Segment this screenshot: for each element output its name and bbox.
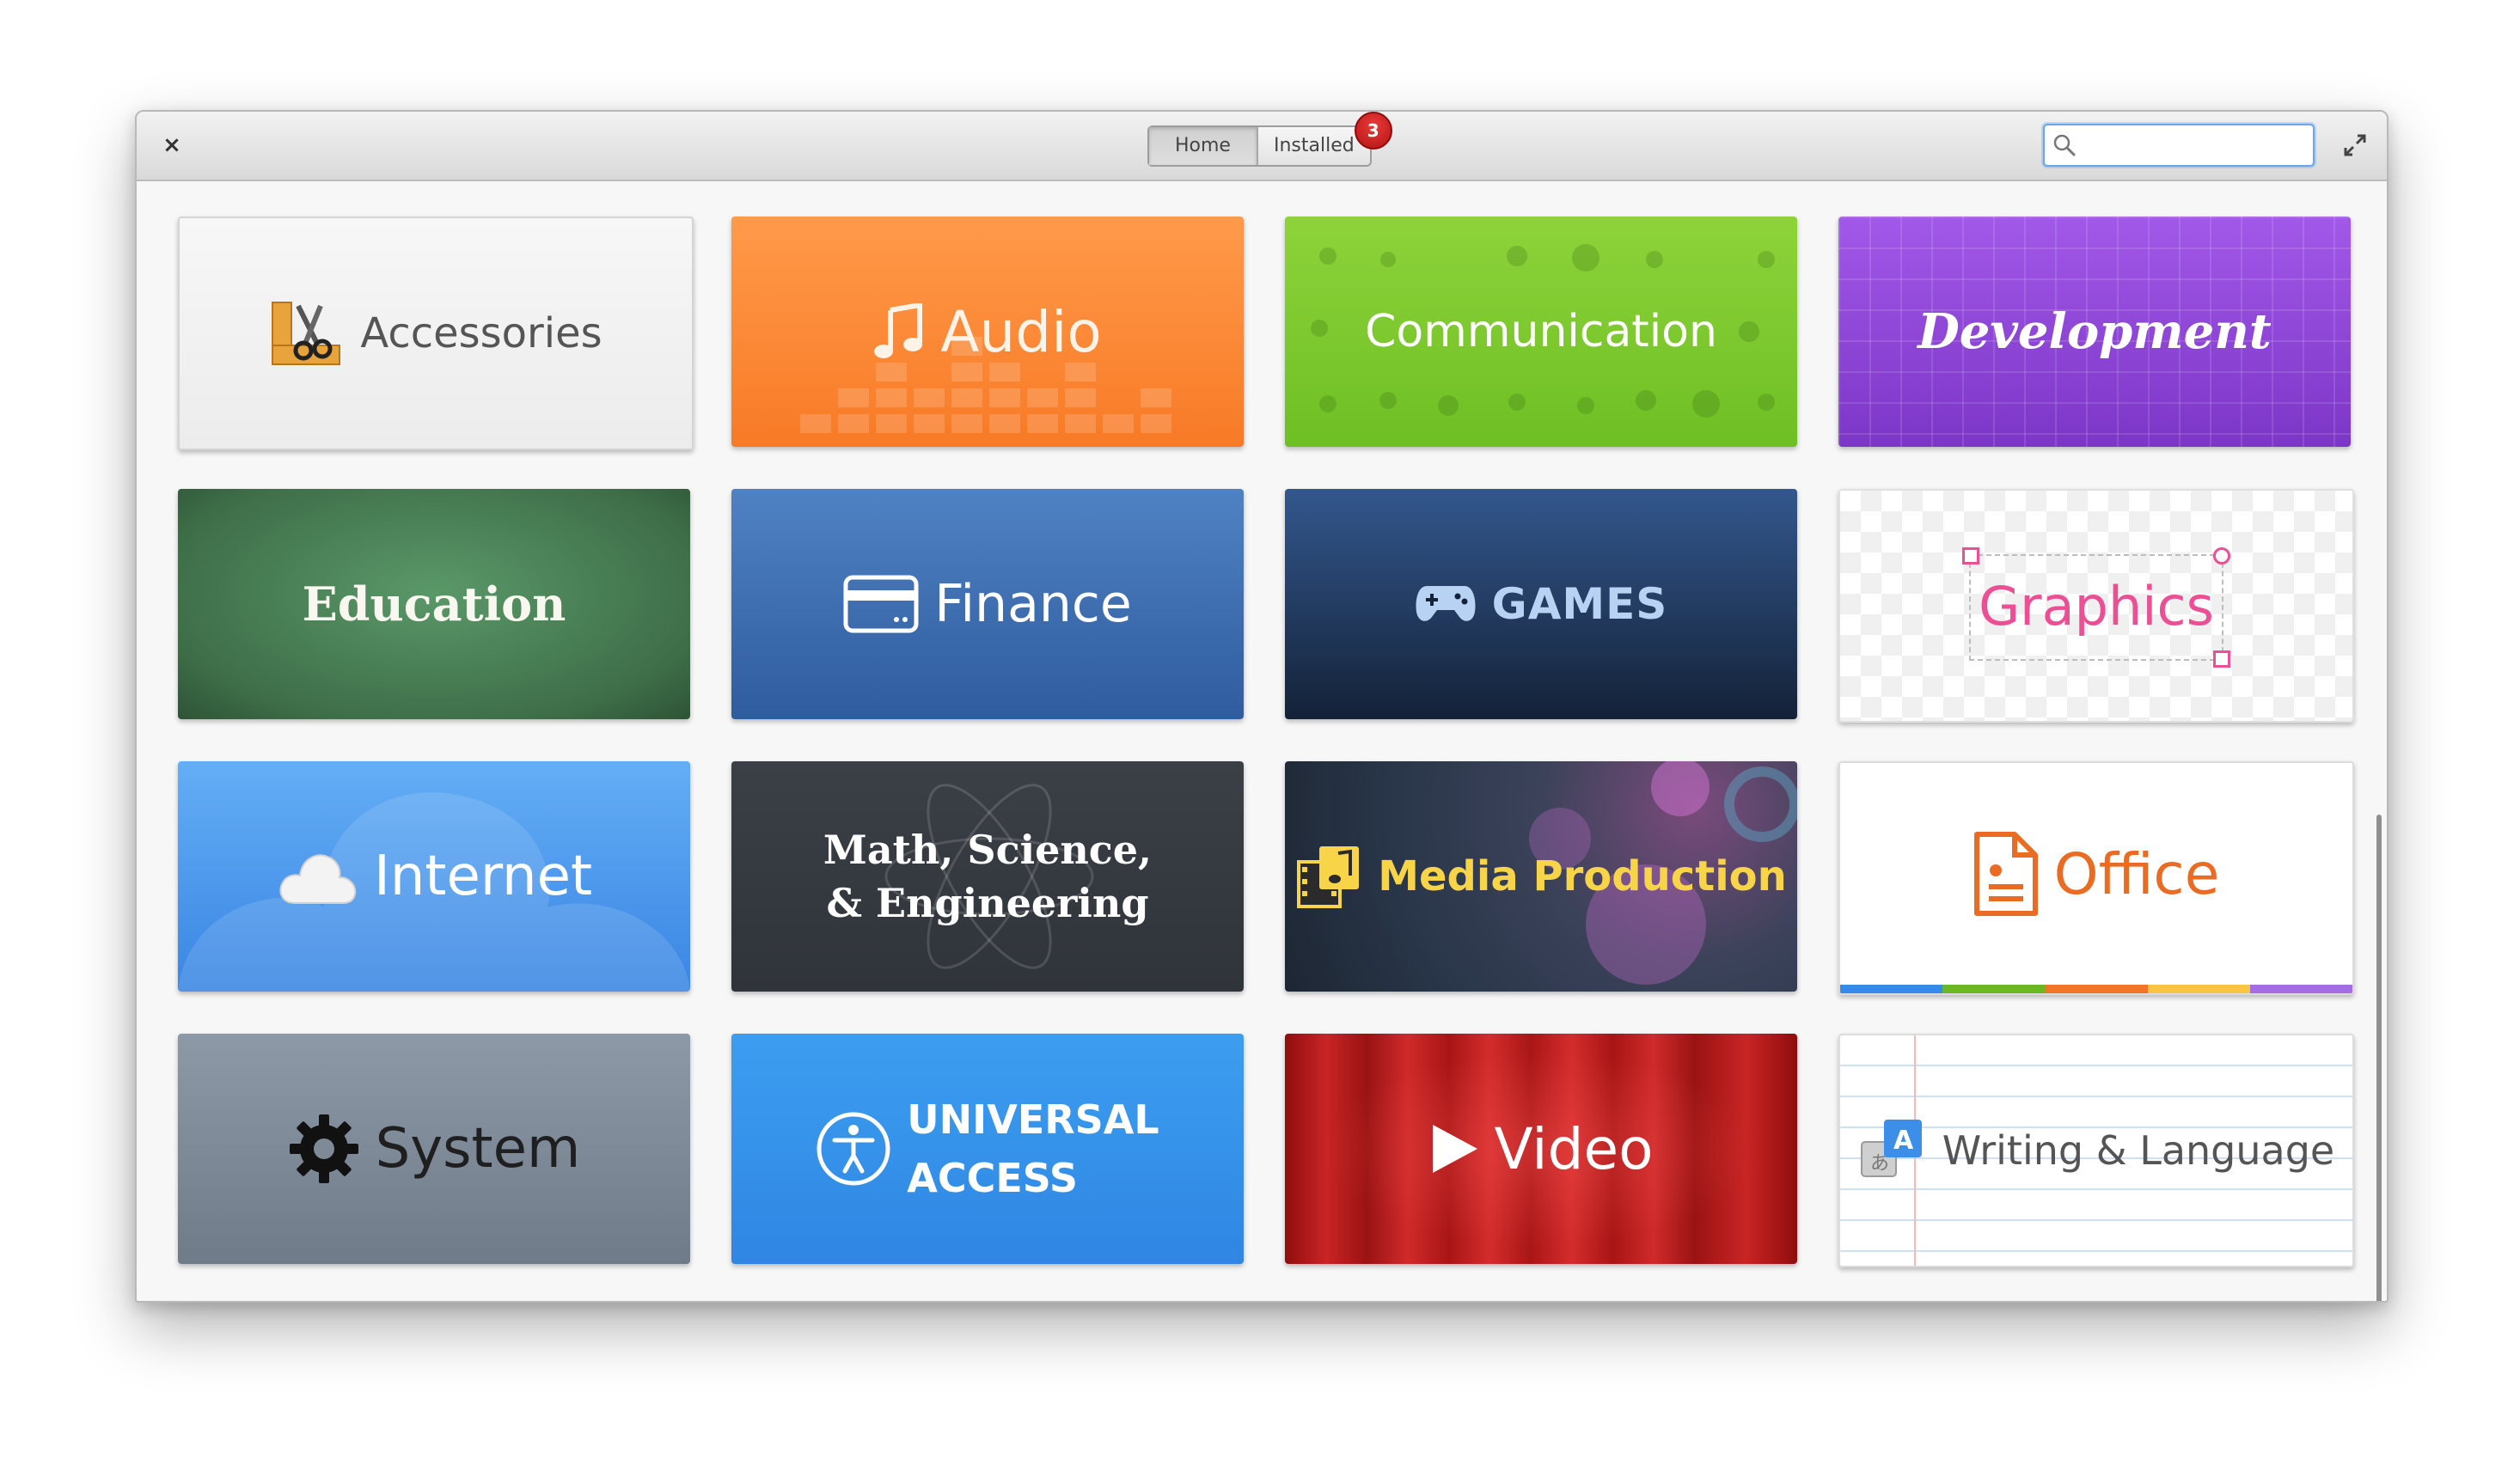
titlebar: × Home Installed 3 [137, 112, 2387, 181]
category-media-production[interactable]: Media Production [1285, 761, 1797, 992]
view-switcher: Home Installed 3 [1147, 112, 1392, 167]
svg-text:A: A [1893, 1126, 1914, 1156]
category-accessories[interactable]: Accessories [178, 217, 694, 450]
app-window: × Home Installed 3 Accessories Audio Com… [135, 110, 2388, 1303]
category-label: Education [302, 577, 566, 632]
category-label: Development [1918, 303, 2272, 360]
category-label: Audio [940, 298, 1102, 365]
category-math-science-engineering[interactable]: Math, Science, & Engineering [731, 761, 1244, 992]
category-development[interactable]: Development [1838, 217, 2351, 447]
vertical-scrollbar[interactable] [2376, 815, 2382, 1301]
category-label: Finance [934, 574, 1132, 634]
tab-installed-label: Installed [1273, 135, 1355, 156]
category-communication[interactable]: Communication [1285, 217, 1797, 447]
search-field[interactable] [2043, 124, 2315, 167]
category-grid: Accessories Audio Communication Developm… [137, 181, 2387, 1301]
category-system[interactable]: System [178, 1034, 690, 1264]
category-label: Media Production [1378, 852, 1787, 900]
close-button[interactable]: × [157, 131, 187, 160]
category-education[interactable]: Education [178, 489, 690, 719]
translate-icon: あ A [1860, 1120, 1922, 1177]
play-icon [1432, 1125, 1477, 1173]
category-label: Writing & Language [1942, 1127, 2335, 1174]
credit-card-icon [843, 575, 919, 633]
category-label: GAMES [1491, 579, 1668, 629]
search-input[interactable] [2084, 125, 2303, 165]
gear-icon [289, 1114, 358, 1183]
tab-installed[interactable]: Installed 3 [1256, 112, 1392, 165]
category-label: Communication [1365, 306, 1717, 357]
office-color-stripe [1840, 985, 2352, 993]
category-graphics[interactable]: Graphics [1838, 489, 2354, 723]
maximize-icon[interactable] [2340, 131, 2370, 160]
category-label-line1: Math, Science, [823, 827, 1153, 873]
tab-home[interactable]: Home [1149, 127, 1257, 165]
category-label: Accessories [360, 309, 602, 357]
category-audio[interactable]: Audio [731, 217, 1244, 447]
document-icon [1973, 832, 2038, 916]
category-label-line2: & Engineering [826, 880, 1149, 926]
search-icon [2053, 134, 2076, 156]
category-finance[interactable]: Finance [731, 489, 1244, 719]
scissors-ruler-icon [272, 302, 341, 365]
accessibility-icon [817, 1112, 890, 1186]
category-writing-language[interactable]: あ A Writing & Language [1838, 1034, 2354, 1267]
category-internet[interactable]: Internet [178, 761, 690, 992]
category-office[interactable]: Office [1838, 761, 2354, 995]
cloud-icon [279, 854, 357, 904]
gamepad-icon [1416, 586, 1476, 621]
category-label: Graphics [1979, 574, 2214, 638]
film-music-icon [1297, 846, 1360, 908]
category-video[interactable]: Video [1285, 1034, 1797, 1264]
updates-badge: 3 [1354, 112, 1392, 150]
category-label: Office [2053, 840, 2220, 907]
category-label-group: UNIVERSAL ACCESS [907, 1090, 1159, 1207]
category-label: Video [1494, 1115, 1654, 1182]
category-universal-access[interactable]: UNIVERSAL ACCESS [731, 1034, 1244, 1264]
music-note-icon [874, 303, 923, 358]
category-label-line2: ACCESS [907, 1155, 1078, 1201]
category-label: Internet [373, 845, 593, 908]
category-label: System [375, 1117, 581, 1181]
category-games[interactable]: GAMES [1285, 489, 1797, 719]
category-label-line1: UNIVERSAL [907, 1096, 1159, 1143]
